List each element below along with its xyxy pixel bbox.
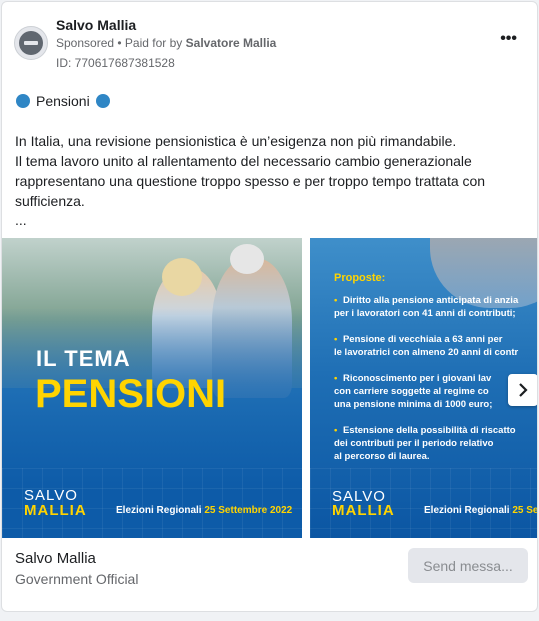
sponsored-label: Sponsored (56, 36, 115, 50)
paid-for-name: Salvatore Mallia (185, 36, 277, 50)
proposal-line: Pensione di vecchiaia a 63 anni per (342, 334, 503, 345)
proposal-line: le lavoratrici con almeno 20 anni di con… (334, 347, 519, 358)
image-carousel: IL TEMA PENSIONI SALVO MALLIA Elezioni R… (2, 238, 538, 538)
proposal-item: Estensione della possibilità di riscatto… (334, 424, 537, 463)
ad-meta: Sponsored • Paid for by Salvatore Mallia (56, 36, 276, 50)
brand-logo-bottom: MALLIA (24, 502, 87, 519)
proposal-line: Estensione della possibilità di riscatto (342, 425, 516, 436)
election-date: 25 Settembre 2022 (204, 505, 293, 516)
send-message-button[interactable]: Send messa... (408, 548, 528, 583)
body-paragraph: Il tema lavoro unito al rallentamento de… (15, 153, 486, 209)
proposal-item: Pensione di vecchiaia a 63 anni per le l… (334, 333, 537, 359)
election-date: 25 Se (512, 505, 538, 516)
election-caption: Elezioni Regionali 25 Settembre 2022 (116, 505, 292, 516)
see-more-ellipsis[interactable]: ... (15, 212, 27, 228)
paid-for-prefix: • Paid for by (117, 36, 183, 50)
post-body: In Italia, una revisione pensionistica è… (15, 131, 525, 211)
ad-card: Salvo Mallia Sponsored • Paid for by Sal… (1, 1, 538, 612)
election-label: Elezioni Regionali (424, 505, 510, 516)
election-label: Elezioni Regionali (116, 505, 202, 516)
photo-woman-head (162, 258, 202, 296)
carousel-slide[interactable]: IL TEMA PENSIONI SALVO MALLIA Elezioni R… (2, 238, 302, 538)
proposal-line: Riconoscimento per i giovani lav (342, 373, 492, 384)
proposal-line: per i lavoratori con 41 anni di contribu… (334, 308, 516, 319)
footer-page-name[interactable]: Salvo Mallia (15, 550, 96, 567)
body-paragraph: In Italia, una revisione pensionistica è… (15, 133, 457, 149)
proposal-line: dei contributi per il periodo relativo (334, 438, 494, 449)
post-headline: Pensioni (16, 93, 110, 109)
ad-id: ID: 770617687381528 (56, 56, 175, 70)
more-options-icon[interactable]: ••• (500, 30, 517, 48)
blue-circle-icon (95, 94, 110, 108)
page-name[interactable]: Salvo Mallia (56, 17, 136, 33)
page-avatar[interactable] (14, 26, 48, 60)
proposal-line: al percorso di laurea. (334, 451, 430, 462)
proposals-heading: Proposte: (334, 272, 386, 284)
proposal-item: Diritto alla pensione anticipata di anzi… (334, 294, 537, 320)
photo-man-head (230, 244, 264, 274)
chevron-right-icon (519, 383, 528, 397)
carousel-next-button[interactable] (508, 374, 537, 406)
no-entry-icon (19, 31, 43, 55)
carousel-slide[interactable]: Proposte: Diritto alla pensione anticipa… (310, 238, 538, 538)
proposal-line: Diritto alla pensione anticipata di anzi… (342, 295, 519, 306)
blue-circle-icon (16, 94, 30, 108)
brand-logo-bottom: MALLIA (332, 502, 395, 519)
slide-subtitle: IL TEMA (36, 346, 131, 371)
headline-text: Pensioni (36, 93, 90, 109)
slide-title: PENSIONI (35, 372, 227, 416)
footer-page-category: Government Official (15, 571, 139, 587)
election-caption: Elezioni Regionali 25 Se (424, 505, 538, 516)
